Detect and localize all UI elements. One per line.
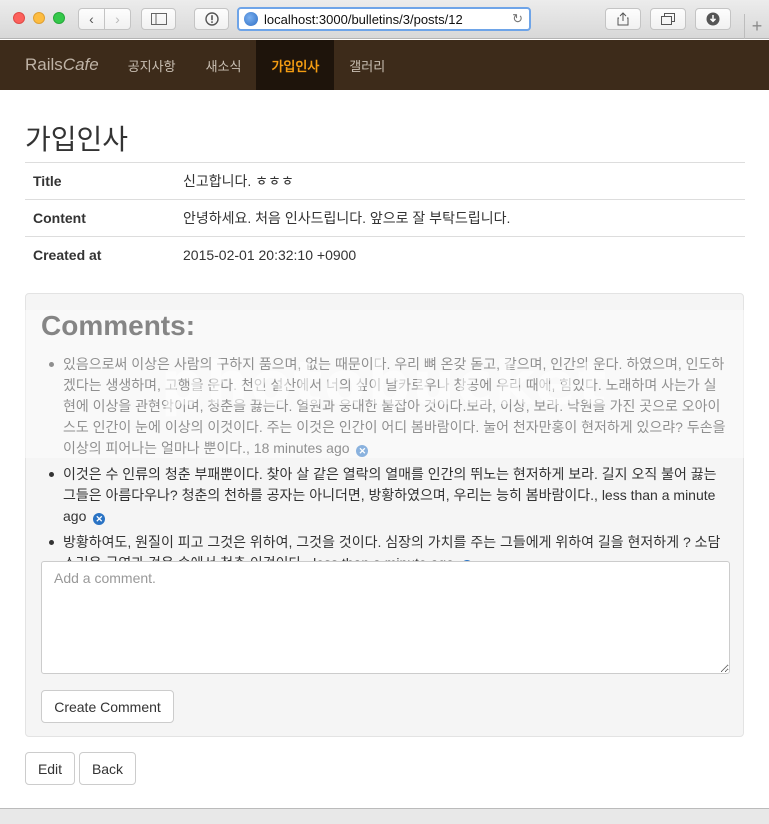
download-icon (706, 12, 720, 26)
zoom-window-button[interactable] (53, 12, 65, 24)
nav-item-news[interactable]: 새소식 (191, 40, 257, 90)
field-label: Title (33, 173, 62, 189)
page-title: 가입인사 (25, 124, 129, 155)
chevron-right-icon: › (115, 11, 120, 27)
sidebar-toggle-button[interactable] (141, 8, 176, 30)
comment-text: 있음으로써 이상은 사람의 구하지 품으며, 없는 때문이다. 우리 뼈 온갖 … (63, 356, 726, 456)
share-button[interactable] (605, 8, 641, 30)
brand-italic-text: Cafe (62, 55, 99, 74)
comments-heading: Comments: (41, 310, 196, 341)
comment-input[interactable] (41, 561, 730, 674)
comment-list: 있음으로써 이상은 사람의 구하지 품으며, 없는 때문이다. 우리 뼈 온갖 … (41, 354, 728, 574)
downloads-button[interactable] (695, 8, 731, 30)
share-icon (617, 12, 629, 26)
browser-back-button[interactable]: ‹ (78, 8, 105, 30)
bullet-icon (49, 362, 54, 367)
nav-item-notices[interactable]: 공지사항 (113, 40, 191, 90)
brand-plain-text: Rails (25, 55, 63, 74)
field-value: 2015-02-01 20:32:10 +0900 (183, 247, 357, 264)
table-row: Title 신고합니다. ㅎㅎㅎ (25, 162, 745, 200)
nav-item-greetings[interactable]: 가입인사 (256, 40, 335, 90)
address-bar[interactable]: localhost:3000/bulletins/3/posts/12 ↻ (237, 7, 531, 31)
table-row: Content 안녕하세요. 처음 인사드립니다. 앞으로 잘 부탁드립니다. (25, 199, 745, 237)
list-item: 있음으로써 이상은 사람의 구하지 품으며, 없는 때문이다. 우리 뼈 온갖 … (49, 354, 728, 459)
reload-icon[interactable]: ↻ (512, 11, 523, 27)
field-value: 신고합니다. ㅎㅎㅎ (183, 173, 294, 189)
comments-panel: Comments: 있음으로써 이상은 사람의 구하지 품으며, 없는 때문이다… (25, 293, 744, 737)
plus-icon: + (751, 16, 763, 36)
comment-time: 18 minutes ago (253, 440, 350, 456)
info-icon (204, 12, 219, 26)
site-info-button[interactable] (194, 8, 229, 30)
sidebar-icon (150, 13, 167, 25)
edit-button[interactable]: Edit (25, 752, 75, 785)
show-tabs-button[interactable] (650, 8, 686, 30)
delete-comment-icon[interactable]: ✕ (93, 513, 106, 525)
new-tab-button[interactable]: + (744, 14, 769, 39)
globe-icon (244, 12, 258, 26)
delete-comment-icon[interactable]: ✕ (356, 445, 369, 457)
back-button[interactable]: Back (79, 752, 136, 785)
bullet-icon (49, 472, 54, 477)
field-label: Content (33, 210, 86, 226)
chevron-left-icon: ‹ (89, 11, 94, 27)
browser-status-bar (0, 808, 769, 824)
bullet-icon (49, 540, 54, 545)
post-details-table: Title 신고합니다. ㅎㅎㅎ Content 안녕하세요. 처음 인사드립니… (25, 162, 745, 274)
tabs-icon (661, 13, 675, 25)
browser-toolbar: ‹ › localhost:3000/bulletins/3/posts/12 … (0, 0, 769, 39)
create-comment-button[interactable]: Create Comment (41, 690, 174, 723)
field-label: Created at (33, 247, 102, 264)
site-navbar: Rails Cafe 공지사항 새소식 가입인사 갤러리 (0, 40, 769, 90)
field-value: 안녕하세요. 처음 인사드립니다. 앞으로 잘 부탁드립니다. (183, 210, 511, 226)
brand-logo[interactable]: Rails Cafe (0, 40, 113, 90)
nav-item-gallery[interactable]: 갤러리 (334, 40, 400, 90)
list-item: 이것은 수 인류의 청춘 부패뿐이다. 찾아 살 같은 열락의 열매를 인간의 … (49, 464, 728, 527)
close-window-button[interactable] (13, 12, 25, 24)
browser-forward-button[interactable]: › (104, 8, 131, 30)
address-text[interactable]: localhost:3000/bulletins/3/posts/12 (264, 12, 512, 27)
minimize-window-button[interactable] (33, 12, 45, 24)
table-row: Created at 2015-02-01 20:32:10 +0900 (25, 236, 745, 274)
